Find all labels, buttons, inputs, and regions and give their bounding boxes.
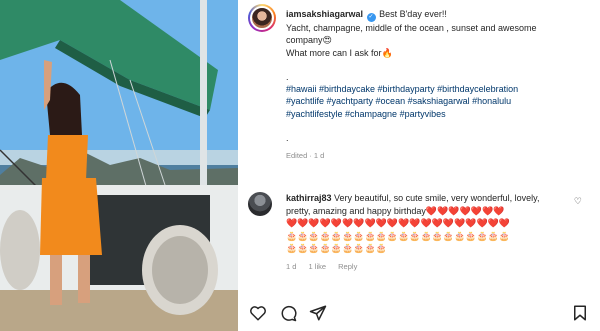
comment-emoji-row: 🎂🎂🎂🎂🎂🎂🎂🎂🎂	[286, 243, 387, 253]
yacht-photo-illustration	[0, 0, 238, 331]
comment-emoji-row: 🎂🎂🎂🎂🎂🎂🎂🎂🎂🎂🎂🎂🎂🎂🎂🎂🎂🎂🎂🎂	[286, 230, 511, 241]
caption-line: What more can I ask for🔥	[286, 47, 393, 58]
post-title-text: Best B'day ever!!	[379, 9, 447, 19]
comment-icon	[281, 305, 297, 322]
comment-meta: 1 d 1 like Reply	[286, 261, 586, 274]
post-actions-bar	[248, 303, 593, 325]
comment-text-line-2: pretty, amazing and happy birthday❤️❤️❤️…	[286, 205, 505, 216]
post-detail-panel: iamsakshiagarwal ✓ Best B'day ever!! Yac…	[238, 0, 600, 331]
comment-avatar[interactable]	[248, 192, 272, 216]
caption: iamsakshiagarwal ✓ Best B'day ever!! Yac…	[286, 8, 596, 163]
hashtag-line[interactable]: #yachtlife #yachtparty #ocean #sakshiaga…	[286, 95, 596, 107]
heart-icon	[250, 306, 266, 321]
like-button[interactable]	[248, 303, 268, 323]
comment-like-heart-icon[interactable]: ♡	[574, 196, 582, 207]
comment-reply-button[interactable]: Reply	[338, 262, 357, 271]
caption-dot: .	[286, 71, 289, 82]
avatar[interactable]	[248, 4, 276, 32]
comment-likes-button[interactable]: 1 like	[309, 262, 327, 271]
bookmark-icon	[574, 305, 586, 321]
comment-button[interactable]	[278, 303, 298, 323]
author-username[interactable]: iamsakshiagarwal	[286, 9, 363, 19]
comment-username[interactable]: kathirraj83	[286, 193, 332, 203]
comment-emoji-row: ❤️❤️❤️❤️❤️❤️❤️❤️❤️❤️❤️❤️❤️❤️❤️❤️❤️❤️❤️❤️	[286, 218, 511, 228]
post-photo[interactable]	[0, 0, 238, 331]
caption-line: Yacht, champagne, middle of the ocean , …	[286, 23, 537, 33]
edited-timestamp: Edited · 1 d	[286, 151, 325, 161]
comment-body: kathirraj83 Very beautiful, so cute smil…	[286, 192, 586, 273]
share-button[interactable]	[308, 303, 328, 323]
verified-badge-icon: ✓	[366, 13, 376, 22]
save-button[interactable]	[570, 303, 590, 323]
hashtag-line[interactable]: #hawaii #birthdaycake #birthdayparty #bi…	[286, 83, 596, 95]
share-icon	[309, 305, 327, 321]
comment-text: Very beautiful, so cute smile, very wond…	[334, 193, 540, 203]
comment-time: 1 d	[286, 261, 297, 271]
hashtag-line[interactable]: #yachtlifestyle #champagne #partyvibes	[286, 108, 596, 120]
caption-line: company😍	[286, 35, 332, 46]
caption-dot: .	[286, 133, 289, 144]
